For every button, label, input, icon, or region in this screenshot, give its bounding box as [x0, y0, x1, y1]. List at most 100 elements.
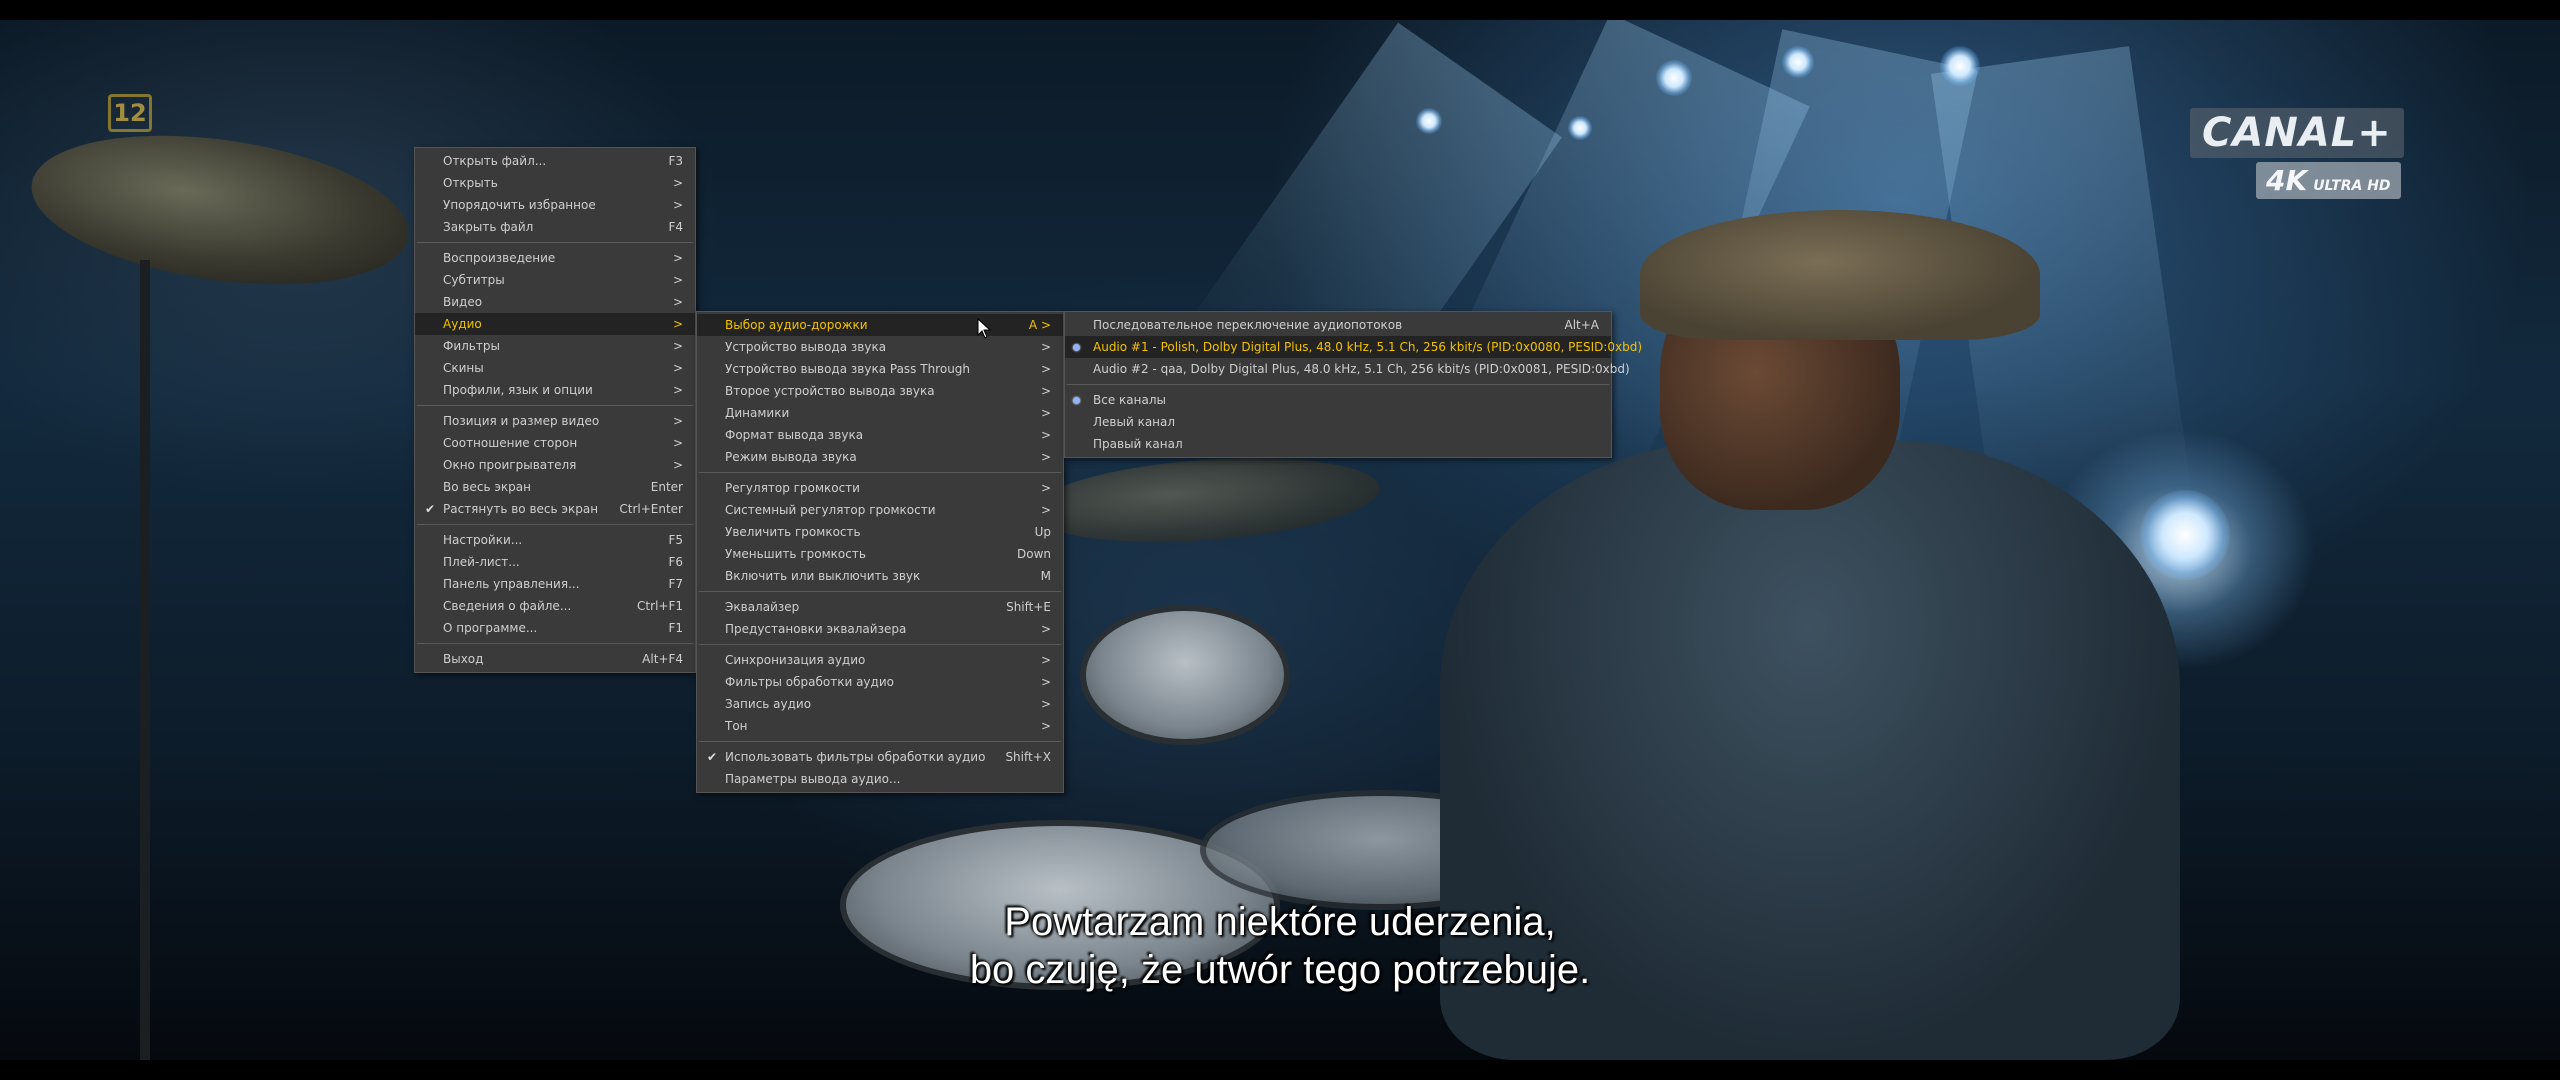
- submenu-arrow-icon: >: [672, 176, 683, 190]
- menu-item-cycle-audio-streams[interactable]: Последовательное переключение аудиопоток…: [1065, 314, 1611, 336]
- menu-item-output-mode[interactable]: Режим вывода звука >: [697, 446, 1063, 468]
- submenu-arrow-icon: >: [1040, 428, 1051, 442]
- menu-item-audio-record[interactable]: Запись аудио >: [697, 693, 1063, 715]
- menu-item-control-panel[interactable]: Панель управления... F7: [415, 573, 695, 595]
- submenu-arrow-icon: >: [1040, 719, 1051, 733]
- menu-item-second-output-device[interactable]: Второе устройство вывода звука >: [697, 380, 1063, 402]
- submenu-arrow-icon: >: [672, 383, 683, 397]
- menu-item-right-channel[interactable]: Правый канал: [1065, 433, 1611, 455]
- menu-item-label: Audio #1 - Polish, Dolby Digital Plus, 4…: [1093, 340, 1643, 354]
- menu-item-label: Растянуть во весь экран: [443, 502, 599, 516]
- menu-item-label: Синхронизация аудио: [725, 653, 866, 667]
- menu-item-favorites[interactable]: Упорядочить избранное >: [415, 194, 695, 216]
- menu-item-video[interactable]: Видео >: [415, 291, 695, 313]
- menu-item-volume-control[interactable]: Регулятор громкости >: [697, 477, 1063, 499]
- menu-item-profiles[interactable]: Профили, язык и опции >: [415, 379, 695, 401]
- menu-item-equalizer-presets[interactable]: Предустановки эквалайзера >: [697, 618, 1063, 640]
- menu-item-player-window[interactable]: Окно проигрывателя >: [415, 454, 695, 476]
- menu-item-settings[interactable]: Настройки... F5: [415, 529, 695, 551]
- canal-plus-logo: CANAL+ 4K ULTRA HD: [2190, 108, 2404, 199]
- menu-item-label: Увеличить громкость: [725, 525, 861, 539]
- menu-item-stretch-fullscreen[interactable]: ✔ Растянуть во весь экран Ctrl+Enter: [415, 498, 695, 520]
- menu-item-playlist[interactable]: Плей-лист... F6: [415, 551, 695, 573]
- menu-item-audio-track-1[interactable]: Audio #1 - Polish, Dolby Digital Plus, 4…: [1065, 336, 1642, 358]
- menu-item-audio-track-2[interactable]: Audio #2 - qaa, Dolby Digital Plus, 48.0…: [1065, 358, 1630, 380]
- spotlight: [1416, 108, 1442, 134]
- menu-item-open-file[interactable]: Открыть файл... F3: [415, 150, 695, 172]
- menu-item-label: Тон: [725, 719, 748, 733]
- shortcut-label: Enter: [650, 480, 683, 494]
- menu-item-label: Профили, язык и опции: [443, 383, 593, 397]
- shortcut-label: F5: [668, 533, 683, 547]
- menu-item-label: Использовать фильтры обработки аудио: [725, 750, 986, 764]
- menu-item-all-channels[interactable]: Все каналы: [1065, 389, 1611, 411]
- menu-item-audio-output-device[interactable]: Устройство вывода звука >: [697, 336, 1063, 358]
- submenu-arrow-icon: >: [672, 251, 683, 265]
- menu-item-video-position[interactable]: Позиция и размер видео >: [415, 410, 695, 432]
- menu-item-subtitles[interactable]: Субтитры >: [415, 269, 695, 291]
- menu-item-skins[interactable]: Скины >: [415, 357, 695, 379]
- menu-item-label: Фильтры: [443, 339, 500, 353]
- menu-item-audio-sync[interactable]: Синхронизация аудио >: [697, 649, 1063, 671]
- menu-item-label: О программе...: [443, 621, 538, 635]
- menu-item-playback[interactable]: Воспроизведение >: [415, 247, 695, 269]
- menu-item-label: Субтитры: [443, 273, 505, 287]
- menu-item-label: Окно проигрывателя: [443, 458, 577, 472]
- musician-cap: [1640, 210, 2040, 340]
- menu-item-volume-up[interactable]: Увеличить громкость Up: [697, 521, 1063, 543]
- menu-item-equalizer[interactable]: Эквалайзер Shift+E: [697, 596, 1063, 618]
- menu-item-speakers[interactable]: Динамики >: [697, 402, 1063, 424]
- menu-item-aspect-ratio[interactable]: Соотношение сторон >: [415, 432, 695, 454]
- menu-item-label: Запись аудио: [725, 697, 812, 711]
- menu-item-label: Параметры вывода аудио...: [725, 772, 901, 786]
- menu-item-audio[interactable]: Аудио >: [415, 313, 695, 335]
- menu-item-label: Устройство вывода звука: [725, 340, 887, 354]
- menu-item-close-file[interactable]: Закрыть файл F4: [415, 216, 695, 238]
- canal-plus-4k-badge: 4K ULTRA HD: [2256, 162, 2401, 199]
- menu-item-label: Формат вывода звука: [725, 428, 864, 442]
- menu-item-label: Динамики: [725, 406, 790, 420]
- menu-item-use-audio-filters[interactable]: ✔ Использовать фильтры обработки аудио Shi…: [697, 746, 1063, 768]
- shortcut-label: F7: [668, 577, 683, 591]
- menu-item-passthrough-device[interactable]: Устройство вывода звука Pass Through >: [697, 358, 1063, 380]
- menu-separator: [699, 741, 1061, 742]
- menu-item-label: Последовательное переключение аудиопоток…: [1093, 318, 1403, 332]
- badge-uhd: ULTRA HD: [2313, 178, 2391, 194]
- menu-item-exit[interactable]: Выход Alt+F4: [415, 648, 695, 670]
- menu-separator: [417, 524, 693, 525]
- menu-item-left-channel[interactable]: Левый канал: [1065, 411, 1611, 433]
- shortcut-label: F6: [668, 555, 683, 569]
- menu-item-label: Левый канал: [1093, 415, 1176, 429]
- menu-item-file-info[interactable]: Сведения о файле... Ctrl+F1: [415, 595, 695, 617]
- menu-separator: [417, 405, 693, 406]
- menu-item-system-volume[interactable]: Системный регулятор громкости >: [697, 499, 1063, 521]
- canal-plus-wordmark: CANAL+: [2190, 108, 2404, 158]
- menu-item-audio-filters[interactable]: Фильтры обработки аудио >: [697, 671, 1063, 693]
- menu-item-label: Включить или выключить звук: [725, 569, 921, 583]
- shortcut-label: Down: [1016, 547, 1051, 561]
- menu-item-about[interactable]: О программе... F1: [415, 617, 695, 639]
- menu-item-filters[interactable]: Фильтры >: [415, 335, 695, 357]
- menu-item-select-audio-track[interactable]: Выбор аудио-дорожки A >: [697, 314, 1063, 336]
- checkmark-icon: ✔: [425, 502, 436, 516]
- shortcut-label: Shift+E: [1006, 600, 1051, 614]
- menu-item-audio-output-params[interactable]: Параметры вывода аудио...: [697, 768, 1063, 790]
- cymbal: [1027, 447, 1383, 553]
- spotlight: [1940, 46, 1980, 86]
- menu-item-label: Audio #2 - qaa, Dolby Digital Plus, 48.0…: [1093, 362, 1630, 376]
- menu-item-open[interactable]: Открыть >: [415, 172, 695, 194]
- menu-item-tone[interactable]: Тон >: [697, 715, 1063, 737]
- menu-item-label: Правый канал: [1093, 437, 1183, 451]
- submenu-arrow-icon: >: [1040, 450, 1051, 464]
- menu-item-fullscreen[interactable]: Во весь экран Enter: [415, 476, 695, 498]
- submenu-arrow-icon: >: [672, 458, 683, 472]
- menu-item-label: Регулятор громкости: [725, 481, 860, 495]
- menu-item-label: Соотношение сторон: [443, 436, 578, 450]
- menu-item-volume-down[interactable]: Уменьшить громкость Down: [697, 543, 1063, 565]
- menu-separator: [417, 242, 693, 243]
- submenu-arrow-icon: >: [672, 198, 683, 212]
- video-frame[interactable]: 12 CANAL+ 4K ULTRA HD Powtarzam niektóre …: [0, 20, 2560, 1060]
- drum: [1080, 605, 1290, 745]
- menu-item-output-format[interactable]: Формат вывода звука >: [697, 424, 1063, 446]
- menu-item-mute-toggle[interactable]: Включить или выключить звук M: [697, 565, 1063, 587]
